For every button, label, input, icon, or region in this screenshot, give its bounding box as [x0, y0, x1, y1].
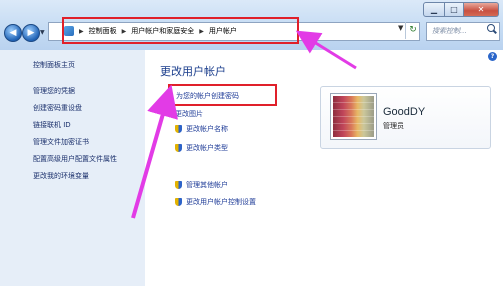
annotation-arrows	[131, 30, 357, 219]
annotation-arrow-task	[131, 84, 178, 219]
annotation-arrow-address	[295, 30, 357, 70]
